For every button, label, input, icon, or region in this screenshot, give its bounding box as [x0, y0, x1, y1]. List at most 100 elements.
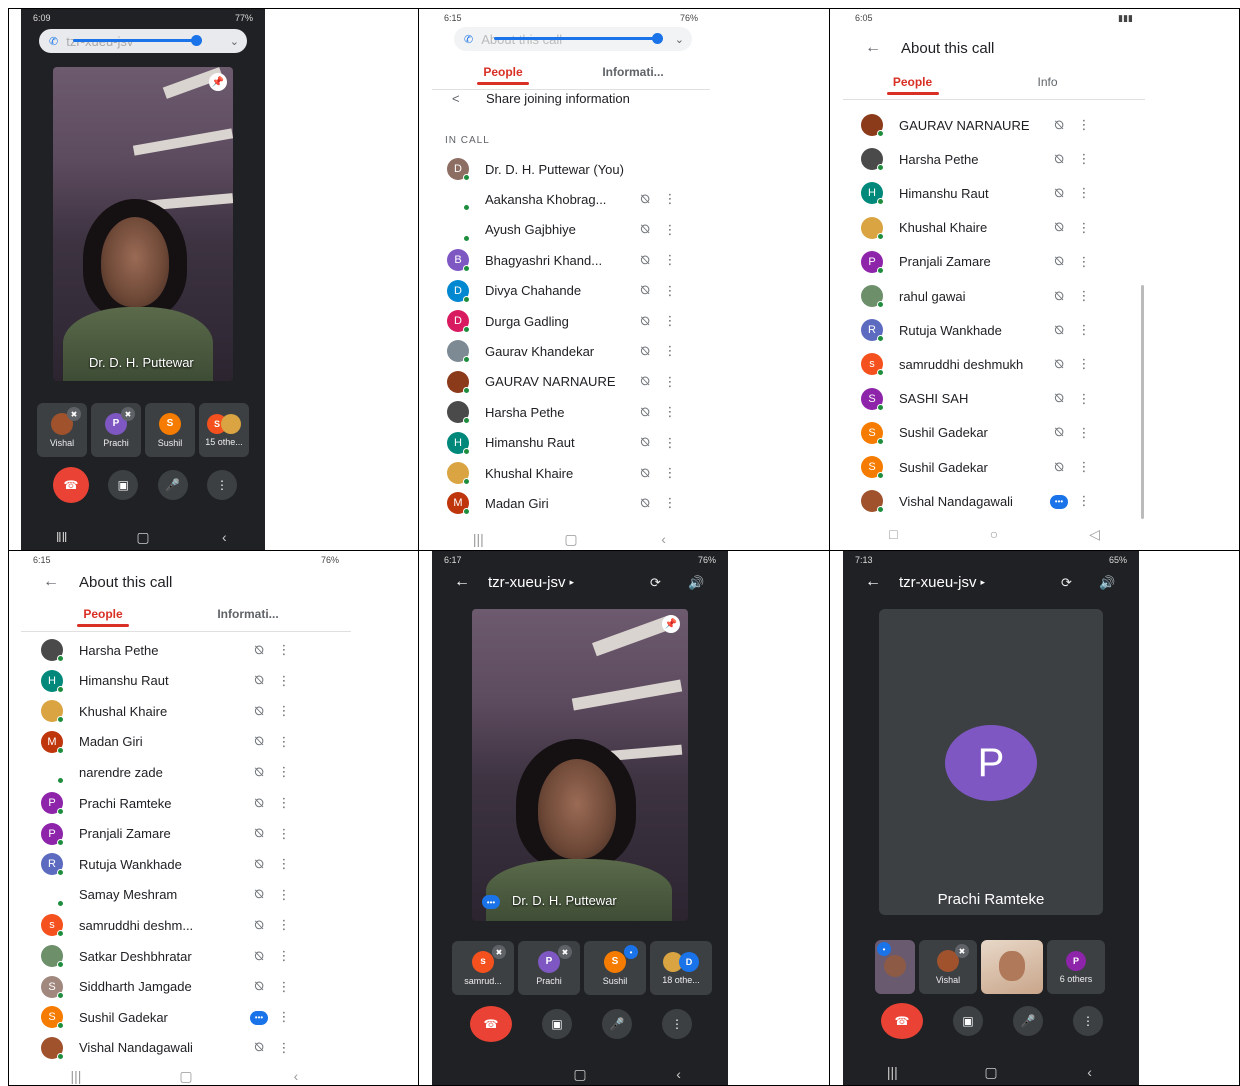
back-arrow-icon[interactable]: ← [454, 573, 470, 591]
recents-icon[interactable]: ||| [56, 1068, 96, 1084]
participant-row[interactable]: GAURAV NARNAURE ⦰ ⋮ [447, 370, 702, 394]
back-icon[interactable]: ◁ [1075, 526, 1115, 543]
speaker-icon[interactable]: 🔊 [1099, 575, 1115, 591]
tab-people[interactable]: People [448, 65, 558, 79]
back-icon[interactable]: ‹ [1070, 1064, 1110, 1080]
meeting-pill[interactable]: ✆ tzr-xueu-jsv ⌄ [39, 29, 247, 53]
recents-icon[interactable]: □ [873, 526, 913, 542]
more-vert-icon[interactable]: ⋮ [1069, 151, 1099, 167]
more-options-button[interactable]: ⋮ [662, 1009, 692, 1039]
back-icon[interactable]: ‹ [276, 1068, 316, 1084]
more-vert-icon[interactable]: ⋮ [655, 313, 685, 329]
switch-camera-icon[interactable]: ⟳ [1061, 575, 1072, 591]
participant-row[interactable]: S Sushil Gadekar ••• ⋮ [41, 1006, 341, 1030]
more-vert-icon[interactable]: ⋮ [269, 642, 299, 658]
speaker-tile[interactable]: P Prachi Ramteke [879, 609, 1103, 915]
participant-row[interactable]: P Pranjali Zamare ⦰ ⋮ [41, 822, 341, 846]
participant-row[interactable]: M Madan Giri ⦰ ⋮ [447, 492, 702, 516]
participant-row[interactable]: M Madan Giri ⦰ ⋮ [41, 730, 341, 754]
tab-people[interactable]: People [43, 607, 163, 621]
more-vert-icon[interactable]: ⋮ [655, 374, 685, 390]
end-call-button[interactable]: ☎ [470, 1006, 512, 1042]
main-video[interactable]: 📌 Dr. D. H. Puttewar [53, 67, 233, 381]
tab-information[interactable]: Informati... [558, 65, 708, 79]
home-icon[interactable]: ▢ [560, 1066, 600, 1083]
recents-icon[interactable]: ||| [872, 1064, 912, 1080]
end-call-button[interactable]: ☎ [881, 1003, 923, 1039]
tile-self[interactable]: • [875, 940, 915, 994]
more-vert-icon[interactable]: ⋮ [269, 887, 299, 903]
participant-row[interactable]: s samruddhi deshmukh ⦰ ⋮ [861, 353, 1137, 377]
camera-button[interactable]: ▣ [108, 470, 139, 500]
tile-others[interactable]: P 6 others [1047, 940, 1105, 994]
more-vert-icon[interactable]: ⋮ [1069, 459, 1099, 475]
participant-row[interactable]: Gaurav Khandekar ⦰ ⋮ [447, 340, 702, 364]
meeting-code[interactable]: tzr-xueu-jsv [899, 574, 977, 591]
participant-row[interactable]: Khushal Khaire ⦰ ⋮ [447, 462, 702, 485]
participant-row[interactable]: rahul gawai ⦰ ⋮ [861, 285, 1137, 308]
more-vert-icon[interactable]: ⋮ [655, 343, 685, 359]
more-vert-icon[interactable]: ⋮ [1069, 391, 1099, 407]
participant-row[interactable]: S SASHI SAH ⦰ ⋮ [861, 387, 1137, 411]
more-vert-icon[interactable]: ⋮ [269, 703, 299, 719]
tile-others[interactable]: D 18 othe... [650, 941, 712, 995]
participant-row[interactable]: R Rutuja Wankhade ⦰ ⋮ [41, 853, 341, 877]
back-arrow-icon[interactable]: ← [865, 39, 881, 57]
more-options-button[interactable]: ⋮ [1073, 1006, 1103, 1036]
microphone-button[interactable]: 🎤 [157, 470, 188, 500]
participant-row[interactable]: S Siddharth Jamgade ⦰ ⋮ [41, 975, 341, 999]
more-vert-icon[interactable]: ⋮ [269, 979, 299, 995]
speaker-icon[interactable]: 🔊 [688, 575, 704, 591]
tab-information[interactable]: Informati... [163, 607, 333, 621]
more-vert-icon[interactable]: ⋮ [269, 856, 299, 872]
tile-vishal[interactable]: ✖ Vishal [37, 403, 87, 457]
participant-row[interactable]: P Prachi Ramteke ⦰ ⋮ [41, 792, 341, 815]
microphone-button[interactable]: 🎤 [1013, 1006, 1043, 1036]
more-vert-icon[interactable]: ⋮ [655, 495, 685, 511]
more-vert-icon[interactable]: ⋮ [269, 917, 299, 933]
more-vert-icon[interactable]: ⋮ [655, 404, 685, 420]
participant-row[interactable]: D Durga Gadling ⦰ ⋮ [447, 310, 702, 333]
more-vert-icon[interactable]: ⋮ [655, 222, 685, 238]
more-vert-icon[interactable]: ⋮ [1069, 425, 1099, 441]
tile-sushil[interactable]: S • Sushil [584, 941, 646, 995]
more-vert-icon[interactable]: ⋮ [269, 764, 299, 780]
participant-row[interactable]: P Pranjali Zamare ⦰ ⋮ [861, 250, 1137, 274]
participant-row[interactable]: H Himanshu Raut ⦰ ⋮ [41, 669, 341, 693]
participant-row[interactable]: Harsha Pethe ⦰ ⋮ [861, 148, 1137, 172]
participant-row[interactable]: Harsha Pethe ⦰ ⋮ [447, 401, 702, 425]
more-vert-icon[interactable]: ⋮ [269, 673, 299, 689]
tile-sushil[interactable]: S Sushil [145, 403, 195, 457]
camera-button[interactable]: ▣ [542, 1009, 572, 1039]
participant-row[interactable]: H Himanshu Raut ⦰ ⋮ [447, 431, 702, 455]
participant-row[interactable]: B Bhagyashri Khand... ⦰ ⋮ [447, 249, 702, 273]
participant-row[interactable]: Khushal Khaire ⦰ ⋮ [861, 216, 1137, 240]
participant-row[interactable]: Vishal Nandagawali ⦰ ⋮ [41, 1036, 341, 1060]
home-icon[interactable]: ▢ [166, 1068, 206, 1085]
more-vert-icon[interactable]: ⋮ [655, 465, 685, 481]
back-arrow-icon[interactable]: ← [865, 573, 881, 591]
more-vert-icon[interactable]: ⋮ [1069, 185, 1099, 201]
more-vert-icon[interactable]: ⋮ [269, 1040, 299, 1056]
participant-row[interactable]: H Himanshu Raut ⦰ ⋮ [861, 182, 1137, 206]
participant-row[interactable]: s samruddhi deshm... ⦰ ⋮ [41, 914, 341, 938]
home-icon[interactable]: ○ [974, 526, 1014, 542]
more-vert-icon[interactable]: ⋮ [1069, 117, 1099, 133]
participant-row[interactable]: Satkar Deshbhratar ⦰ ⋮ [41, 945, 341, 968]
end-call-button[interactable]: ☎ [53, 467, 89, 503]
meeting-code[interactable]: tzr-xueu-jsv [488, 574, 566, 591]
pin-icon[interactable]: 📌 [662, 615, 680, 633]
more-vert-icon[interactable]: ⋮ [1069, 220, 1099, 236]
more-vert-icon[interactable]: ⋮ [269, 826, 299, 842]
more-vert-icon[interactable]: ⋮ [655, 191, 685, 207]
participant-row[interactable]: Vishal Nandagawali ••• ⋮ [861, 490, 1137, 514]
participant-row[interactable]: narendre zade ⦰ ⋮ [41, 761, 341, 785]
back-icon[interactable]: ‹ [644, 531, 684, 547]
participant-row[interactable]: S Sushil Gadekar ⦰ ⋮ [861, 421, 1137, 445]
tab-info[interactable]: Info [962, 75, 1133, 89]
tile-video[interactable] [981, 940, 1043, 994]
main-video[interactable]: 📌 ••• Dr. D. H. Puttewar [472, 609, 688, 921]
more-vert-icon[interactable]: ⋮ [1069, 493, 1099, 509]
scrollbar[interactable] [1141, 285, 1144, 519]
chevron-down-icon[interactable]: ⌄ [230, 35, 239, 48]
